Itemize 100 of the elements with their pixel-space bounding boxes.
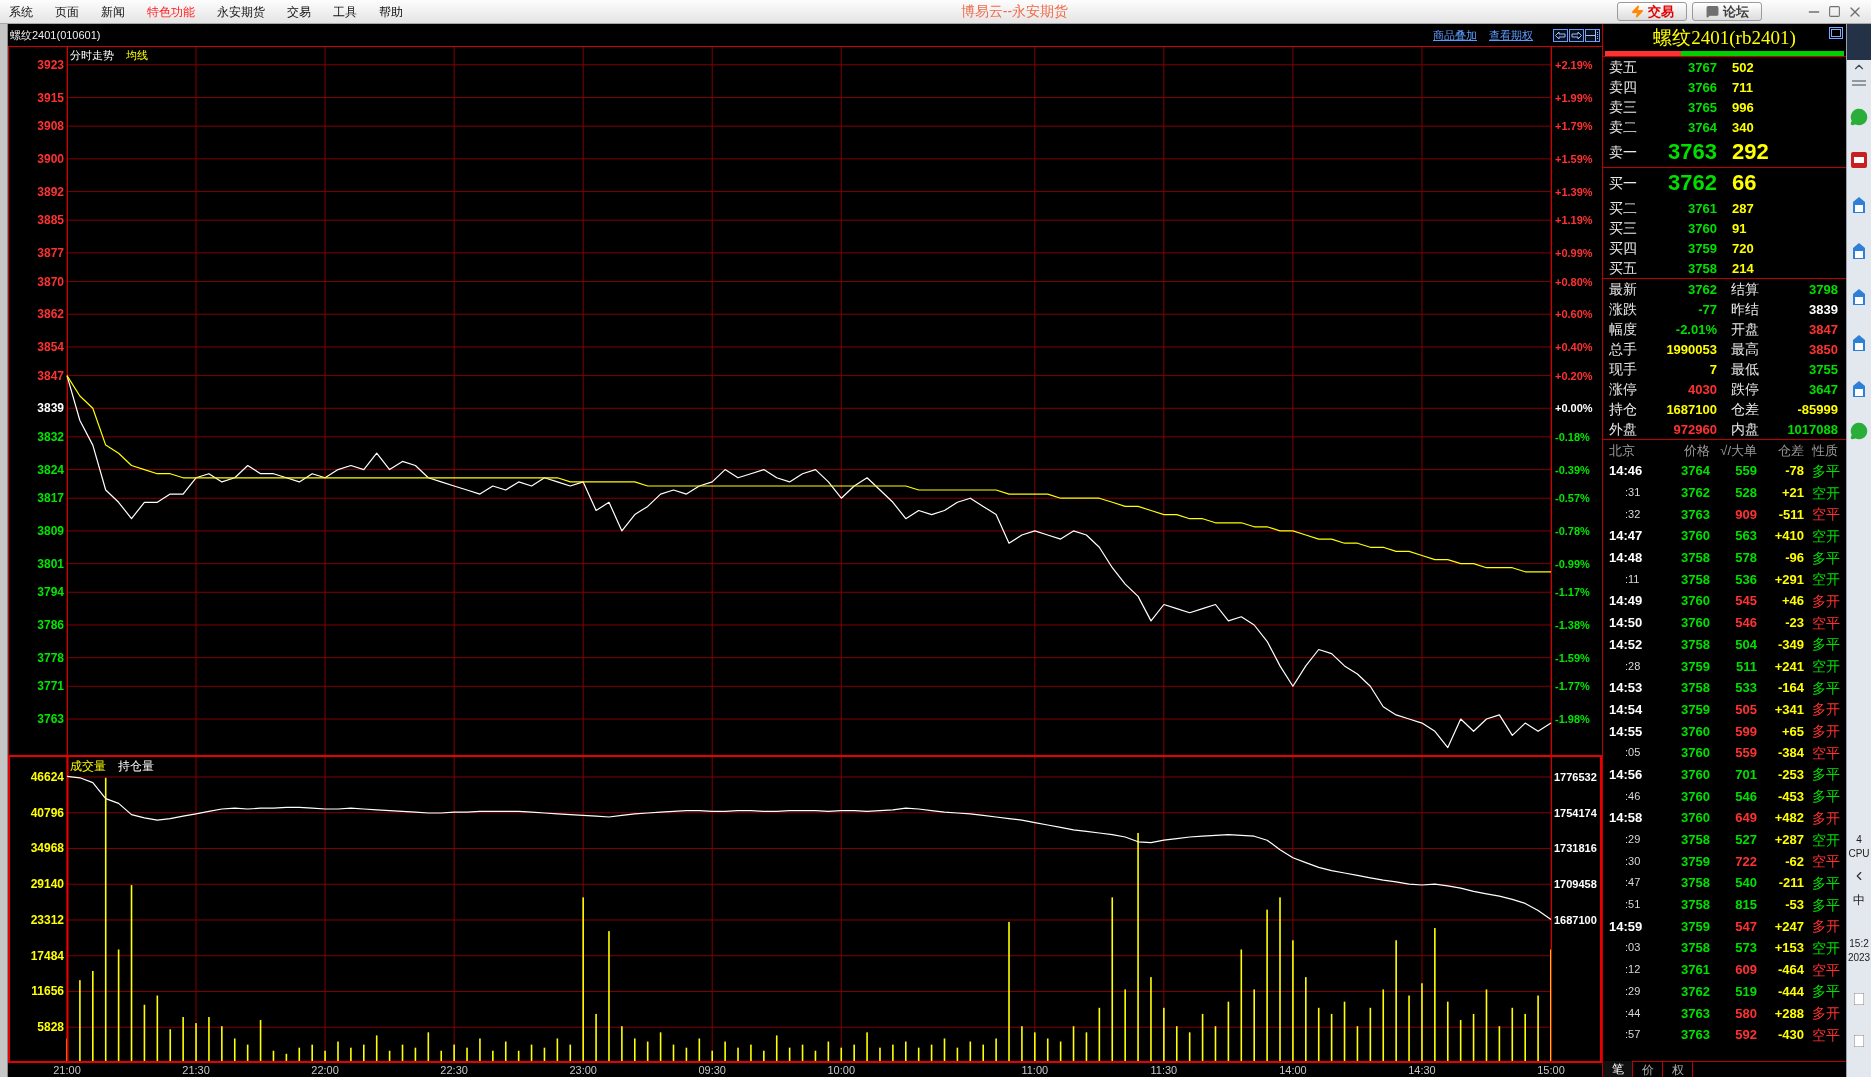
contract-code-label: 螺纹2401(010601) [10, 27, 101, 43]
time-axis-label: 23:00 [569, 1064, 597, 1076]
time-axis-label: 09:30 [698, 1064, 726, 1076]
trade-type: 多平 [1812, 550, 1840, 565]
order-level-label: 卖三 [1608, 100, 1638, 114]
time-axis-label: 22:00 [311, 1064, 339, 1076]
volume-axis-label: 17484 [30, 948, 64, 963]
trade-type: 多平 [1812, 984, 1840, 999]
trade-volume: 909 [1734, 507, 1757, 521]
trade-price: 3762 [1680, 486, 1710, 500]
trade-volume: 563 [1734, 529, 1757, 543]
quote-field-value: 1017088 [1786, 422, 1838, 436]
trade-type: 空开 [1812, 572, 1840, 587]
trade-volume: 547 [1734, 919, 1757, 933]
price-axis-label: 3847 [37, 368, 64, 383]
order-level-label: 买五 [1608, 261, 1638, 275]
trade-volume: 519 [1734, 984, 1757, 998]
trade-price: 3758 [1680, 572, 1710, 586]
trade-price: 3759 [1680, 659, 1710, 673]
percent-axis-label: +1.39% [1555, 185, 1593, 198]
quote-field-value: 3647 [1808, 382, 1838, 396]
trade-price: 3759 [1680, 702, 1710, 716]
volume-axis-label: 11656 [31, 984, 64, 999]
trade-price: 3763 [1680, 507, 1710, 521]
open-interest-axis-label: 1754174 [1554, 806, 1597, 819]
order-level-label: 卖五 [1608, 60, 1638, 74]
price-axis-label: 3778 [37, 650, 64, 665]
percent-axis-label: -1.17% [1555, 586, 1590, 599]
price-axis-label: 3832 [37, 429, 64, 444]
trade-position-change: +291 [1773, 572, 1804, 586]
price-axis-label: 3786 [37, 618, 64, 632]
trade-price: 3760 [1680, 811, 1710, 825]
contract-title: 螺纹2401(rb2401) [1653, 27, 1796, 47]
trade-position-change: -453 [1776, 789, 1804, 803]
trade-position-change: -253 [1776, 767, 1804, 781]
trade-price: 3760 [1680, 724, 1710, 738]
trade-type: 多平 [1812, 767, 1840, 782]
window-title: 博易云--永安期货 [960, 2, 1069, 21]
order-level-label: 卖二 [1608, 120, 1638, 134]
order-volume: 711 [1732, 80, 1753, 94]
percent-axis-label: +0.00% [1555, 402, 1593, 415]
quote-field-label: 内盘 [1731, 422, 1760, 436]
trade-type: 多平 [1812, 789, 1840, 804]
trade-volume: 722 [1734, 854, 1757, 868]
volume-axis-label: 29140 [30, 877, 64, 892]
price-axis-label: 3892 [37, 184, 64, 199]
trade-price: 3760 [1680, 767, 1710, 781]
trade-position-change: -211 [1777, 876, 1804, 890]
time-axis-label: 14:00 [1279, 1064, 1307, 1076]
quote-field-value: 4030 [1687, 382, 1717, 396]
trade-price: 3763 [1680, 1028, 1710, 1042]
price-axis-label: 3854 [37, 339, 64, 354]
trade-type: 空平 [1812, 1027, 1840, 1042]
trade-price: 3763 [1680, 1006, 1710, 1020]
trade-time: :29 [1624, 834, 1642, 846]
trade-position-change: -384 [1776, 746, 1804, 760]
order-volume: 292 [1732, 141, 1769, 163]
price-axis-label: 3794 [37, 585, 64, 600]
trade-volume: 546 [1734, 789, 1757, 803]
order-level-label: 买一 [1608, 176, 1638, 190]
trade-position-change: +46 [1780, 594, 1804, 608]
order-level-label: 卖一 [1608, 145, 1638, 159]
trade-position-change: -164 [1776, 681, 1804, 695]
percent-axis-label: -0.99% [1555, 557, 1590, 570]
quote-field-value: 3847 [1808, 322, 1838, 336]
trade-position-change: +341 [1773, 702, 1804, 716]
trade-volume: 505 [1734, 702, 1757, 716]
quote-field-value: 972960 [1672, 422, 1717, 436]
trade-price: 3758 [1680, 941, 1710, 955]
percent-axis-label: -0.39% [1555, 463, 1590, 476]
trade-time: :11 [1624, 573, 1641, 585]
percent-axis-label: -0.18% [1555, 430, 1590, 443]
price-axis-label: 3862 [37, 307, 64, 322]
trade-type: 多开 [1812, 919, 1840, 934]
time-axis-label: 22:30 [440, 1064, 468, 1076]
quote-field-value: 1990053 [1665, 342, 1717, 356]
order-level-label: 买四 [1608, 241, 1638, 255]
trade-time: 14:56 [1608, 767, 1644, 781]
trade-position-change: +288 [1773, 1006, 1804, 1020]
trade-position-change: -53 [1784, 898, 1804, 912]
trade-volume: 511 [1735, 659, 1757, 673]
volume-axis-label: 5828 [37, 1020, 64, 1035]
order-price: 3762 [1667, 172, 1717, 194]
trade-volume: 536 [1734, 572, 1757, 586]
trade-price: 3760 [1680, 746, 1710, 760]
percent-axis-label: -1.38% [1555, 619, 1590, 631]
quote-field-label: 现手 [1608, 362, 1638, 376]
trade-volume: 546 [1734, 616, 1757, 630]
quote-field-label: 最高 [1731, 342, 1760, 356]
trade-type: 空开 [1812, 528, 1840, 543]
percent-axis-label: -1.98% [1555, 713, 1590, 725]
trade-volume: 504 [1734, 637, 1757, 651]
quote-field-label: 昨结 [1731, 302, 1760, 316]
trade-price: 3760 [1680, 789, 1710, 803]
quote-field-label: 涨跌 [1608, 302, 1638, 316]
quote-field-value: 3762 [1687, 282, 1717, 296]
price-axis-label: 3763 [37, 712, 64, 726]
trade-price: 3759 [1680, 854, 1710, 868]
trade-position-change: -464 [1776, 963, 1804, 977]
trade-price: 3762 [1680, 984, 1710, 998]
